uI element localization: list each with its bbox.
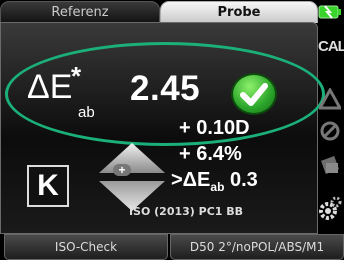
triangle-icon[interactable]	[317, 86, 343, 115]
increase-arrow-icon	[99, 143, 165, 173]
pass-check-icon	[231, 73, 277, 115]
tab-reference[interactable]: Referenz	[0, 1, 160, 23]
tab-sample[interactable]: Probe	[160, 1, 318, 23]
plus-badge: +	[113, 164, 131, 176]
iso-standard-label: ISO (2013) PC1 BB	[128, 205, 244, 218]
measurement-panel: ΔE * ab 2.45 K + + 0.10D + 6.4% >ΔEab 0.…	[0, 22, 325, 234]
delta-e-value: 2.45	[130, 69, 201, 108]
tolerance-deviation: >ΔEab 0.3	[171, 169, 258, 198]
measurement-mode-button[interactable]: D50 2°/noPOL/ABS/M1	[170, 234, 344, 260]
bottom-bar: ISO-Check D50 2°/noPOL/ABS/M1	[0, 234, 344, 260]
density-deviation: + 0.10D	[179, 117, 250, 139]
delta-e-symbol: ΔE	[27, 68, 73, 106]
tolerance-prefix: >ΔE	[171, 169, 211, 191]
delta-e-subscript: ab	[78, 104, 95, 121]
cal-icon[interactable]: CAL	[318, 38, 344, 55]
settings-icon[interactable]	[318, 195, 342, 226]
color-channel-k-button[interactable]: K	[27, 165, 69, 207]
sample-icon[interactable]	[318, 154, 342, 181]
tab-bar: Referenz Probe	[0, 0, 318, 24]
iso-check-button[interactable]: ISO-Check	[4, 234, 168, 260]
battery-icon	[318, 3, 342, 26]
percent-deviation: + 6.4%	[179, 143, 242, 165]
cancel-icon[interactable]	[318, 120, 342, 147]
tolerance-value: 0.3	[229, 169, 258, 191]
tolerance-subscript: ab	[210, 180, 225, 194]
delta-e-star: *	[71, 61, 82, 91]
